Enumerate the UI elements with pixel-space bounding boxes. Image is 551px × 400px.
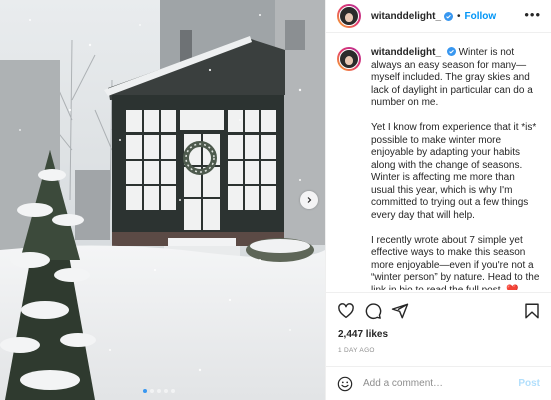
post-image[interactable] bbox=[0, 0, 325, 400]
caption-text: witanddelight_ Winter is not always an e… bbox=[371, 47, 540, 290]
verified-badge-icon bbox=[444, 11, 453, 21]
smiley-face-icon[interactable] bbox=[337, 376, 353, 392]
comment-input[interactable] bbox=[363, 378, 513, 389]
comment-bar: Post bbox=[326, 366, 551, 400]
verified-badge-icon bbox=[446, 47, 456, 56]
carousel-indicator bbox=[143, 389, 175, 393]
caption-section: witanddelight_ Winter is not always an e… bbox=[326, 34, 551, 290]
separator-dot: • bbox=[457, 10, 461, 22]
snowy-sunroom-photo bbox=[0, 0, 325, 400]
post-header: witanddelight_ • Follow ••• bbox=[326, 0, 551, 33]
username-link[interactable]: witanddelight_ bbox=[371, 11, 441, 22]
carousel-next-button[interactable] bbox=[300, 191, 318, 209]
paper-plane-icon[interactable] bbox=[391, 302, 409, 320]
carousel-dot bbox=[143, 389, 147, 393]
caption-paragraph-3: I recently wrote about 7 simple yet effe… bbox=[371, 235, 540, 291]
bookmark-icon[interactable] bbox=[523, 302, 541, 320]
post-timestamp[interactable]: 1 DAY AGO bbox=[338, 347, 375, 354]
chevron-right-icon bbox=[307, 197, 312, 203]
comment-bubble-icon[interactable] bbox=[364, 302, 382, 320]
action-bar bbox=[326, 292, 551, 328]
caption-paragraph-2: Yet I know from experience that it *is* … bbox=[371, 122, 537, 221]
heart-icon[interactable] bbox=[337, 302, 355, 320]
carousel-dot bbox=[171, 389, 175, 393]
likes-count[interactable]: 2,447 likes bbox=[338, 329, 388, 340]
follow-button[interactable]: Follow bbox=[465, 11, 497, 22]
post-detail-panel: witanddelight_ • Follow ••• witanddeligh… bbox=[325, 0, 551, 400]
caption-avatar[interactable] bbox=[337, 47, 361, 71]
carousel-dot bbox=[164, 389, 168, 393]
caption-username[interactable]: witanddelight_ bbox=[371, 47, 441, 58]
heart-emoji: ❤️ bbox=[506, 284, 519, 291]
carousel-dot bbox=[150, 389, 154, 393]
post-comment-button[interactable]: Post bbox=[518, 378, 540, 389]
avatar[interactable] bbox=[337, 4, 361, 28]
carousel-dot bbox=[157, 389, 161, 393]
caption-body-3: I recently wrote about 7 simple yet effe… bbox=[371, 234, 540, 291]
more-options-icon[interactable]: ••• bbox=[524, 8, 541, 21]
caption-paragraph-1: witanddelight_ Winter is not always an e… bbox=[371, 47, 540, 110]
